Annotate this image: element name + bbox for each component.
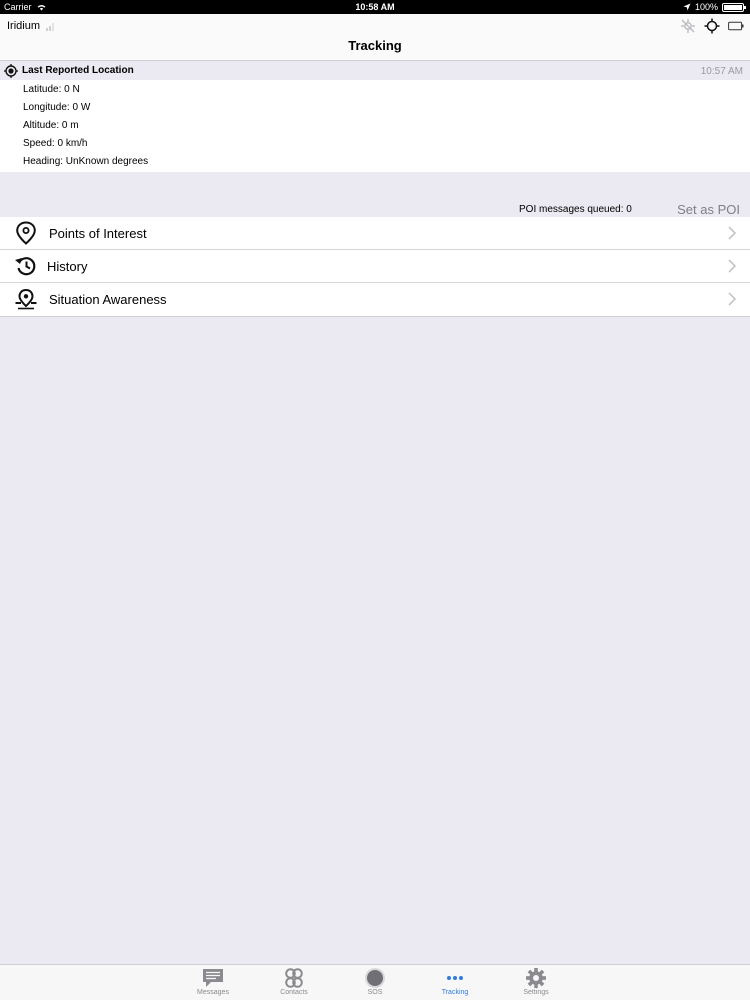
menu-item-label: History: [47, 259, 88, 274]
tab-label: Settings: [523, 989, 549, 996]
tab-settings[interactable]: Settings: [506, 967, 566, 996]
map-pin-icon: [16, 221, 36, 245]
network-indicator: Iridium: [7, 20, 55, 32]
tab-label: Contacts: [280, 989, 308, 996]
battery-percent: 100%: [694, 2, 718, 12]
chevron-right-icon: [728, 292, 736, 306]
messages-icon: [203, 969, 223, 987]
tab-label: SOS: [367, 989, 383, 996]
latitude-text: Latitude: 0 N: [23, 84, 80, 95]
set-as-poi-button[interactable]: Set as POI: [677, 202, 740, 217]
gear-icon: [526, 968, 546, 988]
more-dots-icon: [447, 976, 463, 980]
gps-off-icon[interactable]: [680, 18, 696, 34]
tracking-menu: Points of Interest History Situation Awa…: [0, 217, 750, 317]
last-location-header: Last Reported Location 10:57 AM: [0, 62, 750, 80]
poi-queued-text: POI messages queued: 0: [519, 204, 632, 215]
history-icon: [15, 257, 36, 276]
battery-icon: [722, 2, 746, 12]
sos-icon: [365, 968, 385, 988]
menu-item-history[interactable]: History: [0, 250, 750, 283]
locate-crosshair-icon[interactable]: [704, 18, 720, 34]
altitude-text: Altitude: 0 m: [23, 120, 79, 131]
tab-bar: Messages Contacts SOS Tracking Settings: [0, 964, 750, 1000]
tab-messages[interactable]: Messages: [183, 967, 243, 996]
chevron-right-icon: [728, 226, 736, 240]
signal-icon: [46, 22, 55, 31]
last-location-title: Last Reported Location: [22, 65, 134, 76]
network-name: Iridium: [7, 20, 41, 32]
heading-text: Heading: UnKnown degrees: [23, 156, 149, 167]
situation-awareness-icon: [15, 288, 37, 310]
last-location-time: 10:57 AM: [700, 66, 743, 77]
menu-item-label: Situation Awareness: [49, 292, 167, 307]
chevron-right-icon: [728, 259, 736, 273]
device-battery-icon: [728, 21, 744, 31]
tab-label: Messages: [197, 989, 229, 996]
tab-sos[interactable]: SOS: [345, 967, 405, 996]
tab-tracking[interactable]: Tracking: [425, 967, 485, 996]
status-right: 100%: [683, 0, 746, 14]
menu-item-label: Points of Interest: [49, 226, 147, 241]
tab-label: Tracking: [441, 989, 469, 996]
nav-right-icons: [680, 18, 744, 34]
status-time: 10:58 AM: [355, 2, 395, 12]
contacts-icon: [285, 968, 303, 988]
menu-item-points-of-interest[interactable]: Points of Interest: [0, 217, 750, 250]
location-details: Latitude: 0 N Longitude: 0 W Altitude: 0…: [0, 80, 750, 172]
location-target-icon: [4, 64, 18, 78]
speed-text: Speed: 0 km/h: [23, 138, 88, 149]
longitude-text: Longitude: 0 W: [23, 102, 91, 113]
tab-contacts[interactable]: Contacts: [264, 967, 324, 996]
location-arrow-icon: [683, 3, 691, 11]
navigation-bar: Iridium Tracking: [0, 14, 750, 61]
menu-item-situation-awareness[interactable]: Situation Awareness: [0, 283, 750, 316]
page-title: Tracking: [348, 38, 402, 53]
status-bar: Carrier 10:58 AM 100%: [0, 0, 750, 14]
